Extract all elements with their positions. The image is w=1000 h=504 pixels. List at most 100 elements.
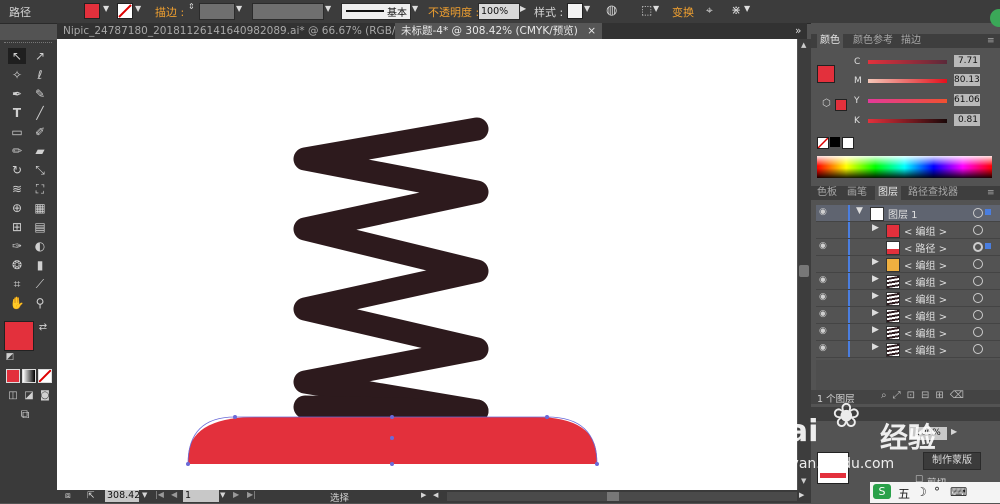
page-input[interactable]: 1 [183, 490, 219, 502]
expand-triangle-icon[interactable]: ▶ [872, 325, 879, 335]
share-icon[interactable]: ⇱ [87, 491, 95, 501]
visibility-eye-icon[interactable]: ◉ [819, 292, 827, 302]
visibility-eye-icon[interactable]: ◉ [819, 343, 827, 353]
opacity-dropdown-icon[interactable]: ▶ [520, 4, 526, 13]
sogou-ime-icon[interactable]: S [873, 484, 891, 499]
stroke-weight-dropdown-icon[interactable]: ▼ [236, 4, 242, 13]
expand-triangle-icon[interactable]: ▶ [872, 308, 879, 318]
tab-nipic-document[interactable]: Nipic_24787180_20181126141640982089.ai* … [57, 23, 445, 39]
layer-name[interactable]: < 编组 > [904, 291, 947, 306]
layer-row-group[interactable]: ▶ < 编组 > [816, 222, 1000, 239]
panel-menu-icon[interactable]: ≡ [987, 186, 995, 200]
layer-name[interactable]: < 编组 > [904, 223, 947, 238]
magic-wand-tool-icon[interactable]: ✧ [8, 67, 26, 83]
default-colors-icon[interactable]: ◩ [1, 349, 19, 365]
white-swatch[interactable] [842, 137, 854, 149]
tab-untitled-4[interactable]: 未标题-4* @ 308.42% (CMYK/预览) × [395, 23, 603, 39]
channel-k-slider[interactable] [868, 119, 947, 123]
type-tool-icon[interactable]: T [8, 105, 26, 121]
fill-dropdown-icon[interactable]: ▼ [103, 4, 109, 13]
scale-tool-icon[interactable]: ⤡ [31, 162, 49, 178]
tools-grip[interactable] [4, 42, 52, 47]
layer-name[interactable]: < 编组 > [904, 308, 947, 323]
layer-row-group[interactable]: ◉ ▶ < 编组 > [816, 307, 1000, 324]
layer-actions-icons[interactable]: ⌕⤢⊡⊟⊞⌫ [881, 390, 970, 401]
visibility-eye-icon[interactable]: ◉ [819, 326, 827, 336]
layer-row-group[interactable]: ◉ ▶ < 编组 > [816, 324, 1000, 341]
symbol-sprayer-tool-icon[interactable]: ❂ [8, 257, 26, 273]
hand-tool-icon[interactable]: ✋ [8, 295, 26, 311]
gradient-mode-button[interactable] [22, 369, 36, 383]
align-icon[interactable]: ⬚ [641, 3, 652, 17]
ime-mode-icon[interactable]: 五 [898, 485, 910, 502]
selection-tool-icon[interactable]: ↖ [8, 48, 26, 64]
lasso-tool-icon[interactable]: ℓ [31, 67, 49, 83]
target-circle-icon[interactable] [973, 293, 983, 303]
layer-name[interactable]: < 编组 > [904, 325, 947, 340]
warp-tool-icon[interactable]: ≋ [8, 181, 26, 197]
opacity-label[interactable]: 不透明度 : [428, 4, 479, 20]
pen-tool-icon[interactable]: ✒ [8, 86, 26, 102]
expand-triangle-icon[interactable]: ▼ [856, 206, 863, 216]
channel-y-value[interactable]: 61.06 [954, 94, 980, 106]
target-circle-icon[interactable] [973, 208, 983, 218]
expand-triangle-icon[interactable]: ▶ [872, 342, 879, 352]
visibility-eye-icon[interactable]: ◉ [819, 207, 827, 217]
layer-row-group[interactable]: ▶ < 编组 > [816, 256, 1000, 273]
tab-layers[interactable]: 图层 [875, 186, 901, 200]
brush-style-select[interactable]: 基本 [341, 3, 411, 20]
blend-tool-icon[interactable]: ◐ [31, 238, 49, 254]
moon-icon[interactable]: ☽ [916, 485, 927, 499]
scroll-down-icon[interactable]: ▼ [801, 477, 806, 485]
isolate-icon[interactable]: ⌖ [706, 3, 713, 18]
variable-width-dropdown-icon[interactable]: ▼ [325, 4, 331, 13]
pencil-tool-icon[interactable]: ✏ [8, 143, 26, 159]
target-circle-icon[interactable] [973, 344, 983, 354]
out-of-gamut-icon[interactable]: ⬡ [822, 98, 831, 109]
visibility-eye-icon[interactable]: ◉ [819, 241, 827, 251]
color-panel-fill-swatch[interactable] [817, 65, 835, 83]
eraser-tool-icon[interactable]: ▰ [31, 143, 49, 159]
rectangle-tool-icon[interactable]: ▭ [8, 124, 26, 140]
target-circle-icon[interactable] [973, 225, 983, 235]
more-tabs-icon[interactable]: » [789, 23, 807, 39]
last-page-icon[interactable]: ▶| [247, 490, 256, 499]
target-circle-icon[interactable] [973, 310, 983, 320]
expand-triangle-icon[interactable]: ▶ [872, 274, 879, 284]
gamut-color-swatch[interactable] [835, 99, 847, 111]
layer-name[interactable]: < 路径 > [904, 240, 947, 255]
status-menu-icon[interactable]: ▶ [421, 491, 426, 499]
artboard[interactable] [57, 39, 797, 490]
line-tool-icon[interactable]: ╱ [31, 105, 49, 121]
zoom-tool-icon[interactable]: ⚲ [31, 295, 49, 311]
expand-triangle-icon[interactable]: ▶ [872, 291, 879, 301]
next-page-icon[interactable]: ▶ [233, 490, 239, 499]
color-spectrum[interactable] [817, 156, 992, 178]
layer-name[interactable]: 图层 1 [888, 206, 918, 221]
layer-row-group[interactable]: ◉ ▶ < 编组 > [816, 273, 1000, 290]
visibility-eye-icon[interactable]: ◉ [819, 275, 827, 285]
shape-builder-tool-icon[interactable]: ⊕ [8, 200, 26, 216]
panel-menu-icon[interactable]: ⋇ [731, 3, 741, 17]
paintbrush-tool-icon[interactable]: ✐ [31, 124, 49, 140]
tab-color-guide[interactable]: 颜色参考 [853, 34, 893, 48]
opacity-dropdown-icon[interactable]: ▶ [951, 427, 957, 436]
layer-row-group[interactable]: ◉ ▶ < 编组 > [816, 290, 1000, 307]
tab-swatches[interactable]: 色板 [817, 186, 837, 200]
stroke-swatch[interactable] [117, 3, 133, 19]
artboard-tool-icon[interactable]: ⌗ [8, 276, 26, 292]
direct-selection-tool-icon[interactable]: ↗ [31, 48, 49, 64]
first-page-icon[interactable]: |◀ [155, 490, 164, 499]
selection-square-icon[interactable] [985, 209, 991, 215]
perspective-grid-tool-icon[interactable]: ▦ [31, 200, 49, 216]
horizontal-scrollbar[interactable] [447, 492, 797, 501]
draw-inside-icon[interactable]: ◙ [36, 388, 54, 404]
black-swatch[interactable] [830, 137, 840, 147]
prev-page-icon[interactable]: ◀ [171, 490, 177, 499]
layer-name[interactable]: < 编组 > [904, 274, 947, 289]
tab-brushes[interactable]: 画笔 [847, 186, 867, 200]
column-graph-tool-icon[interactable]: ▮ [31, 257, 49, 273]
hscroll-thumb[interactable] [607, 492, 619, 501]
layer-name[interactable]: < 编组 > [904, 342, 947, 357]
keyboard-icon[interactable]: ⌨ [950, 485, 967, 499]
